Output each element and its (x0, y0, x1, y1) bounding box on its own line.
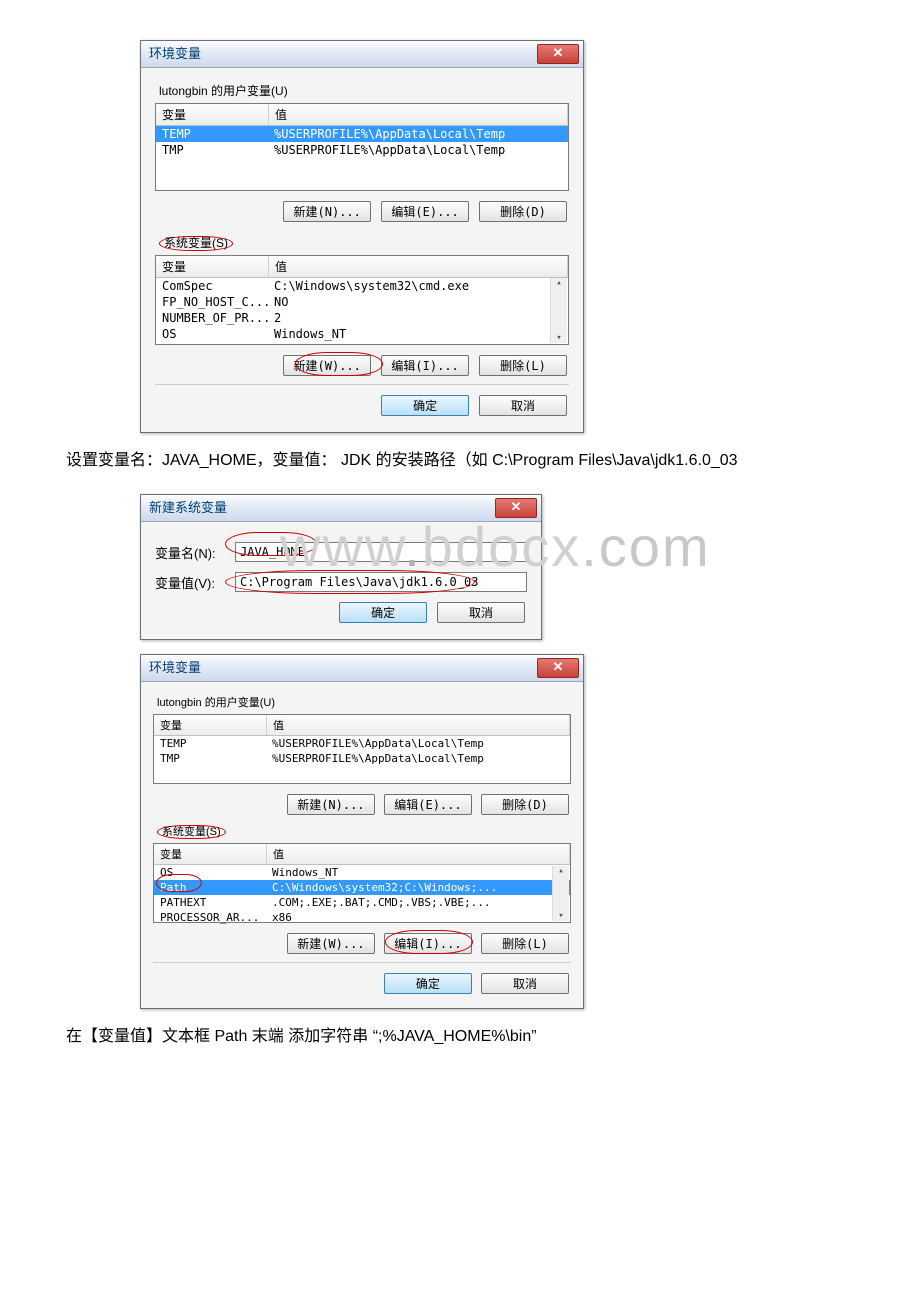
title-text: 环境变量 (149, 660, 201, 675)
edit-sys-var-button[interactable]: 编辑(I)... (384, 933, 472, 954)
delete-sys-var-button[interactable]: 删除(L) (481, 933, 569, 954)
edit-user-var-button[interactable]: 编辑(E)... (381, 201, 469, 222)
close-icon[interactable]: ✕ (537, 44, 579, 64)
system-vars-list[interactable]: 变量 值 OS Windows_NT Path C:\Windows\syste… (153, 843, 571, 923)
list-item[interactable]: PATHEXT .COM;.EXE;.BAT;.CMD;.VBS;.VBE;..… (154, 895, 570, 910)
close-icon[interactable]: ✕ (495, 498, 537, 518)
col-val-header: 值 (269, 104, 568, 125)
list-item[interactable]: TEMP %USERPROFILE%\AppData\Local\Temp (156, 126, 568, 142)
circled-label: 系统变量(S) (157, 825, 226, 839)
list-item[interactable]: OS Windows_NT (154, 865, 570, 880)
new-user-var-button[interactable]: 新建(N)... (287, 794, 375, 815)
cancel-button[interactable]: 取消 (479, 395, 567, 416)
system-vars-label: 系统变量(S) (157, 825, 571, 839)
list-item[interactable]: FP_NO_HOST_C... NO (156, 294, 568, 310)
edit-user-var-button[interactable]: 编辑(E)... (384, 794, 472, 815)
scrollbar[interactable]: ▴▾ (552, 866, 569, 921)
title-text: 环境变量 (149, 46, 201, 61)
col-val-header: 值 (267, 715, 570, 735)
list-item[interactable]: Path C:\Windows\system32;C:\Windows;... (154, 880, 570, 895)
list-item[interactable]: NUMBER_OF_PR... 2 (156, 310, 568, 326)
instruction-paragraph-2: 在【变量值】文本框 Path 末端 添加字符串 “;%JAVA_HOME%\bi… (30, 1023, 890, 1050)
close-icon[interactable]: ✕ (537, 658, 579, 678)
title-text: 新建系统变量 (149, 500, 227, 515)
system-vars-list[interactable]: 变量 值 ComSpec C:\Windows\system32\cmd.exe… (155, 255, 569, 345)
cancel-button[interactable]: 取消 (437, 602, 525, 623)
list-item[interactable]: TEMP %USERPROFILE%\AppData\Local\Temp (154, 736, 570, 751)
dialog-title: 环境变量 ✕ (141, 41, 583, 68)
var-value-label: 变量值(V): (155, 573, 235, 592)
instruction-paragraph-1: 设置变量名：JAVA_HOME，变量值： JDK 的安装路径（如 C:\Prog… (30, 447, 890, 474)
list-item[interactable]: TMP %USERPROFILE%\AppData\Local\Temp (156, 142, 568, 158)
user-vars-label: lutongbin 的用户变量(U) (157, 694, 571, 710)
var-name-input[interactable] (235, 542, 527, 562)
delete-user-var-button[interactable]: 删除(D) (479, 201, 567, 222)
scroll-up-icon[interactable]: ▴ (551, 278, 567, 288)
new-user-var-button[interactable]: 新建(N)... (283, 201, 371, 222)
list-item[interactable]: ComSpec C:\Windows\system32\cmd.exe (156, 278, 568, 294)
col-val-header: 值 (267, 844, 570, 864)
new-sys-var-button[interactable]: 新建(W)... (283, 355, 371, 376)
new-system-var-dialog: 新建系统变量 ✕ 变量名(N): 变量值(V): 确定 取消 (140, 494, 542, 640)
var-name-label: 变量名(N): (155, 543, 235, 562)
ok-button[interactable]: 确定 (339, 602, 427, 623)
delete-sys-var-button[interactable]: 删除(L) (479, 355, 567, 376)
col-val-header: 值 (269, 256, 568, 277)
dialog-title: 新建系统变量 ✕ (141, 495, 541, 522)
col-var-header: 变量 (156, 104, 269, 125)
var-value-input[interactable] (235, 572, 527, 592)
dialog-title: 环境变量 ✕ (141, 655, 583, 682)
col-var-header: 变量 (154, 715, 267, 735)
ok-button[interactable]: 确定 (381, 395, 469, 416)
new-sys-var-button[interactable]: 新建(W)... (287, 933, 375, 954)
user-vars-label: lutongbin 的用户变量(U) (159, 82, 569, 99)
col-var-header: 变量 (156, 256, 269, 277)
env-vars-dialog-1: 环境变量 ✕ lutongbin 的用户变量(U) 变量 值 TEMP %USE… (140, 40, 584, 433)
circled-label: 系统变量(S) (159, 236, 233, 251)
scroll-up-icon[interactable]: ▴ (553, 866, 569, 876)
col-var-header: 变量 (154, 844, 267, 864)
cancel-button[interactable]: 取消 (481, 973, 569, 994)
list-item[interactable]: OS Windows_NT (156, 326, 568, 342)
delete-user-var-button[interactable]: 删除(D) (481, 794, 569, 815)
ok-button[interactable]: 确定 (384, 973, 472, 994)
user-vars-list[interactable]: 变量 值 TEMP %USERPROFILE%\AppData\Local\Te… (155, 103, 569, 191)
scroll-down-icon[interactable]: ▾ (553, 911, 569, 921)
list-item[interactable]: TMP %USERPROFILE%\AppData\Local\Temp (154, 751, 570, 766)
env-vars-dialog-2: 环境变量 ✕ lutongbin 的用户变量(U) 变量 值 TEMP %USE… (140, 654, 584, 1009)
user-vars-list[interactable]: 变量 值 TEMP %USERPROFILE%\AppData\Local\Te… (153, 714, 571, 784)
scroll-down-icon[interactable]: ▾ (551, 333, 567, 343)
edit-sys-var-button[interactable]: 编辑(I)... (381, 355, 469, 376)
scrollbar[interactable]: ▴▾ (550, 278, 567, 343)
system-vars-label: 系统变量(S) (159, 236, 569, 251)
list-item[interactable]: PROCESSOR_AR... x86 (154, 910, 570, 925)
